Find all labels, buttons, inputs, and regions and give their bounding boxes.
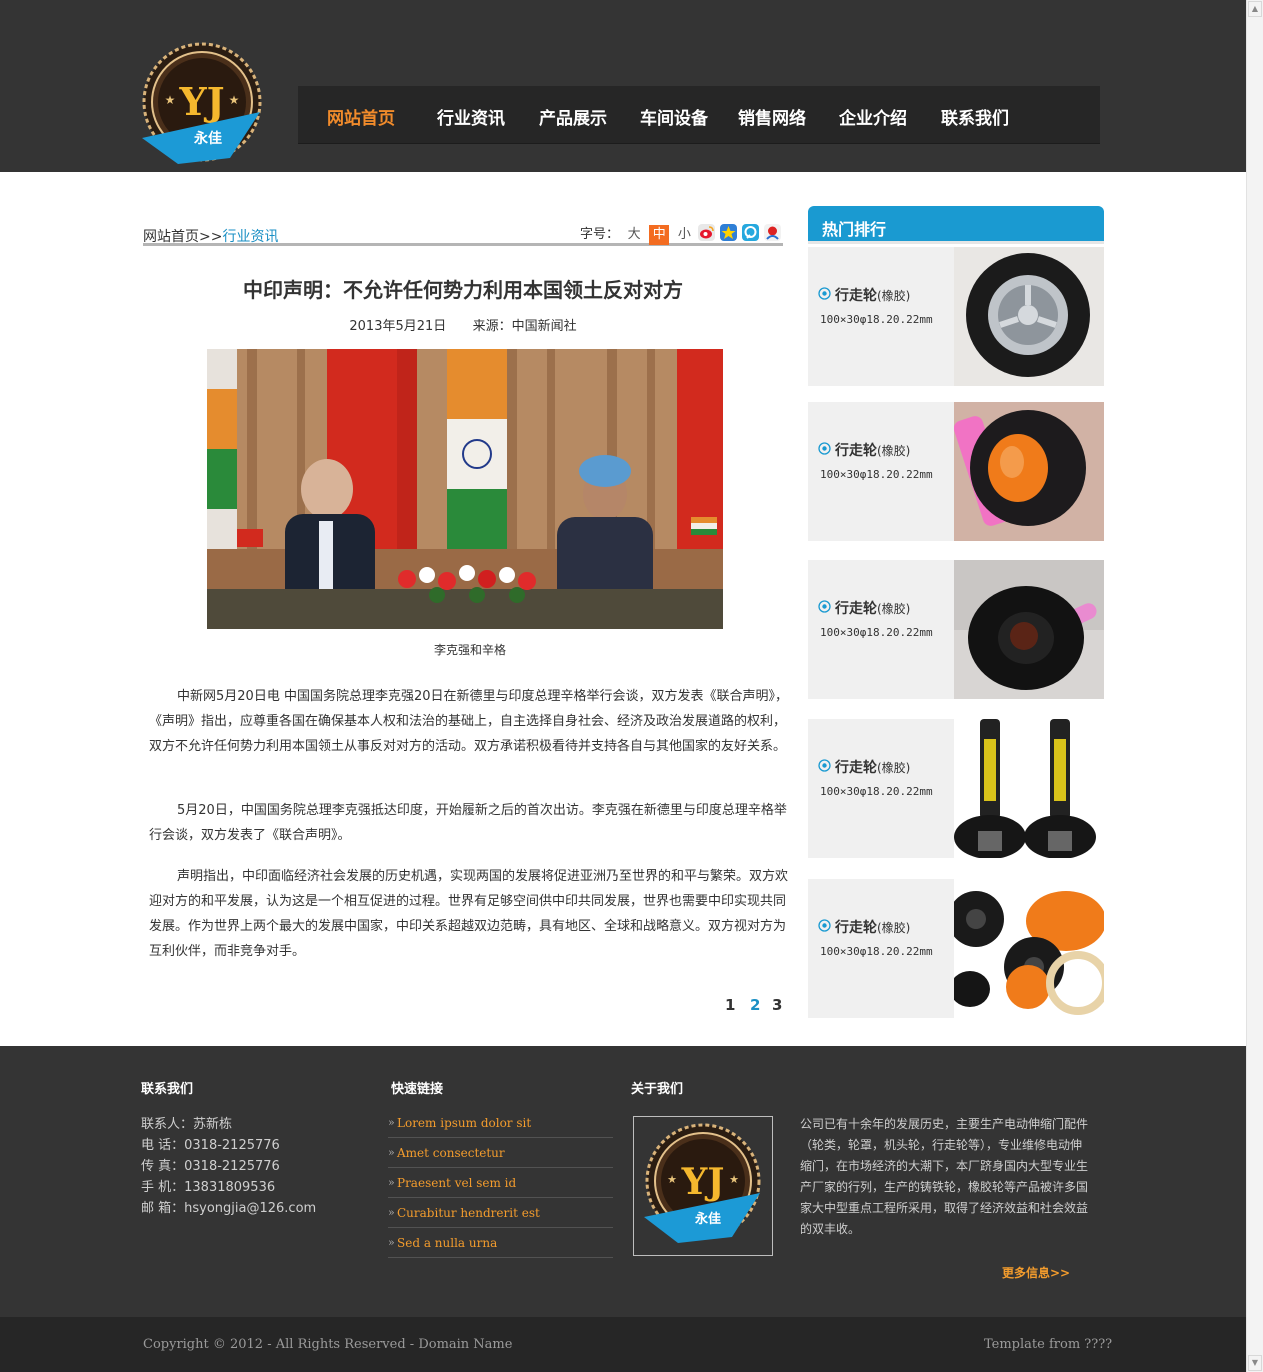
product-spec: 100×30φ18.20.22mm <box>820 313 933 326</box>
page-link-1[interactable]: 1 <box>725 996 735 1014</box>
site-logo[interactable]: YJ ★ ★ 永佳 <box>140 42 266 166</box>
article-photo <box>207 349 723 629</box>
scroll-up-button[interactable]: ▲ <box>1248 1 1262 17</box>
product-name[interactable]: 行走轮(橡胶) <box>835 917 910 937</box>
nav-home[interactable]: 网站首页 <box>327 104 395 129</box>
quick-link[interactable]: Amet consectetur <box>388 1138 613 1168</box>
quick-links: Lorem ipsum dolor sit Amet consectetur P… <box>388 1108 613 1258</box>
footer-links-title: 快速链接 <box>391 1082 444 1097</box>
footer-logo: YJ ★ ★ 永佳 <box>633 1116 773 1256</box>
site-header: YJ ★ ★ 永佳 网站首页 行业资讯 产品展示 车间设备 销售网络 企业介绍 … <box>0 0 1246 172</box>
page-link-2[interactable]: 2 <box>750 996 760 1014</box>
font-size-small[interactable]: 小 <box>674 225 694 245</box>
footer-contact-title: 联系我们 <box>141 1082 194 1097</box>
product-card[interactable]: 行走轮(橡胶) 100×30φ18.20.22mm <box>808 247 1104 386</box>
nav-sales-network[interactable]: 销售网络 <box>738 104 806 129</box>
article-source: 来源：中国新闻社 <box>472 319 577 334</box>
photo-caption: 李克强和辛格 <box>433 643 506 657</box>
bullet-icon <box>818 600 831 613</box>
bullet-icon <box>818 919 831 932</box>
contact-mobile: 手 机：13831809536 <box>141 1180 276 1195</box>
logo-graphic: YJ ★ ★ 永佳 <box>142 42 262 164</box>
qzone-icon[interactable] <box>720 224 737 241</box>
product-thumbnail[interactable] <box>954 719 1104 858</box>
bullet-icon <box>818 759 831 772</box>
product-spec: 100×30φ18.20.22mm <box>820 468 933 481</box>
bullet-icon <box>818 287 831 300</box>
product-card[interactable]: 行走轮(橡胶) 100×30φ18.20.22mm <box>808 879 1104 1018</box>
font-size-medium[interactable]: 中 <box>649 225 670 245</box>
svg-text:★: ★ <box>229 93 240 107</box>
template-credit[interactable]: Template from ???? <box>984 1337 1112 1352</box>
footer-about-text: 公司已有十余年的发展历史，主要生产电动伸缩门配件（轮类，轮罩，机头轮，行走轮等）… <box>800 1117 1089 1236</box>
vertical-scrollbar[interactable]: ▲ ▼ <box>1246 0 1263 1372</box>
article-meta: 2013年5月21日 来源：中国新闻社 <box>143 315 783 334</box>
footer-contact-info: 联系人：苏新栋 电 话：0318-2125776 传 真：0318-212577… <box>141 1114 316 1219</box>
product-card[interactable]: 行走轮(橡胶) 100×30φ18.20.22mm <box>808 719 1104 858</box>
article-paragraph: 5月20日，中国国务院总理李克强抵达印度，开始履新之后的首次出访。李克强在新德里… <box>149 803 787 843</box>
scroll-down-button[interactable]: ▼ <box>1248 1355 1262 1371</box>
tqq-icon[interactable] <box>742 224 759 241</box>
svg-text:★: ★ <box>729 1173 739 1186</box>
product-card[interactable]: 行走轮(橡胶) 100×30φ18.20.22mm <box>808 402 1104 541</box>
nav-workshop[interactable]: 车间设备 <box>640 104 708 129</box>
product-spec: 100×30φ18.20.22mm <box>820 785 933 798</box>
contact-phone: 电 话：0318-2125776 <box>141 1138 280 1153</box>
nav-industry-news[interactable]: 行业资讯 <box>437 104 505 129</box>
svg-text:YJ: YJ <box>178 79 224 124</box>
bullet-icon <box>818 442 831 455</box>
quick-link[interactable]: Curabitur hendrerit est <box>388 1198 613 1228</box>
article-date: 2013年5月21日 <box>349 319 447 334</box>
quick-link[interactable]: Praesent vel sem id <box>388 1168 613 1198</box>
article-title: 中印声明：不允许任何势力利用本国领土反对对方 <box>243 278 683 302</box>
copyright: Copyright © 2012 - All Rights Reserved -… <box>143 1337 513 1352</box>
main-nav: 网站首页 行业资讯 产品展示 车间设备 销售网络 企业介绍 联系我们 <box>298 86 1100 144</box>
product-name[interactable]: 行走轮(橡胶) <box>835 440 910 460</box>
product-spec: 100×30φ18.20.22mm <box>820 626 933 639</box>
product-thumbnail[interactable] <box>954 247 1104 386</box>
quick-link[interactable]: Sed a nulla urna <box>388 1228 613 1258</box>
product-name[interactable]: 行走轮(橡胶) <box>835 285 910 305</box>
nav-products[interactable]: 产品展示 <box>539 104 607 129</box>
product-spec: 100×30φ18.20.22mm <box>820 945 933 958</box>
contact-person: 联系人：苏新栋 <box>141 1117 233 1132</box>
footer-about-title: 关于我们 <box>631 1082 684 1097</box>
svg-text:★: ★ <box>165 93 176 107</box>
more-info-link[interactable]: 更多信息>> <box>1002 1264 1070 1281</box>
quick-link[interactable]: Lorem ipsum dolor sit <box>388 1108 613 1138</box>
page-link-3[interactable]: 3 <box>772 996 782 1014</box>
product-name[interactable]: 行走轮(橡胶) <box>835 598 910 618</box>
article-paragraph: 声明指出，中印面临经济社会发展的历史机遇，实现两国的发展将促进亚洲乃至世界的和平… <box>149 869 789 959</box>
svg-text:★: ★ <box>667 1173 677 1186</box>
hot-ranking-title: 热门排行 <box>822 220 887 239</box>
article-paragraph: 中新网5月20日电 中国国务院总理李克强20日在新德里与印度总理辛格举行会谈，双… <box>149 689 788 754</box>
product-thumbnail[interactable] <box>954 560 1104 699</box>
svg-text:永佳: 永佳 <box>193 130 222 147</box>
renren-icon[interactable] <box>764 224 781 241</box>
hot-ranking-header: 热门排行 <box>808 206 1104 244</box>
nav-contact[interactable]: 联系我们 <box>941 104 1009 129</box>
contact-fax: 传 真：0318-2125776 <box>141 1159 280 1174</box>
font-size-label: 字号： <box>580 227 620 242</box>
product-thumbnail[interactable] <box>954 879 1104 1018</box>
weibo-icon[interactable] <box>698 224 715 241</box>
product-name[interactable]: 行走轮(橡胶) <box>835 757 910 777</box>
product-thumbnail[interactable] <box>954 402 1104 541</box>
product-card[interactable]: 行走轮(橡胶) 100×30φ18.20.22mm <box>808 560 1104 699</box>
contact-email[interactable]: 邮 箱：hsyongjia@126.com <box>141 1198 316 1219</box>
svg-text:YJ: YJ <box>681 1161 725 1203</box>
svg-text:永佳: 永佳 <box>694 1211 721 1227</box>
font-size-large[interactable]: 大 <box>624 225 644 245</box>
nav-company[interactable]: 企业介绍 <box>839 104 907 129</box>
font-size-switcher: 字号： 大 中 小 <box>580 223 694 245</box>
